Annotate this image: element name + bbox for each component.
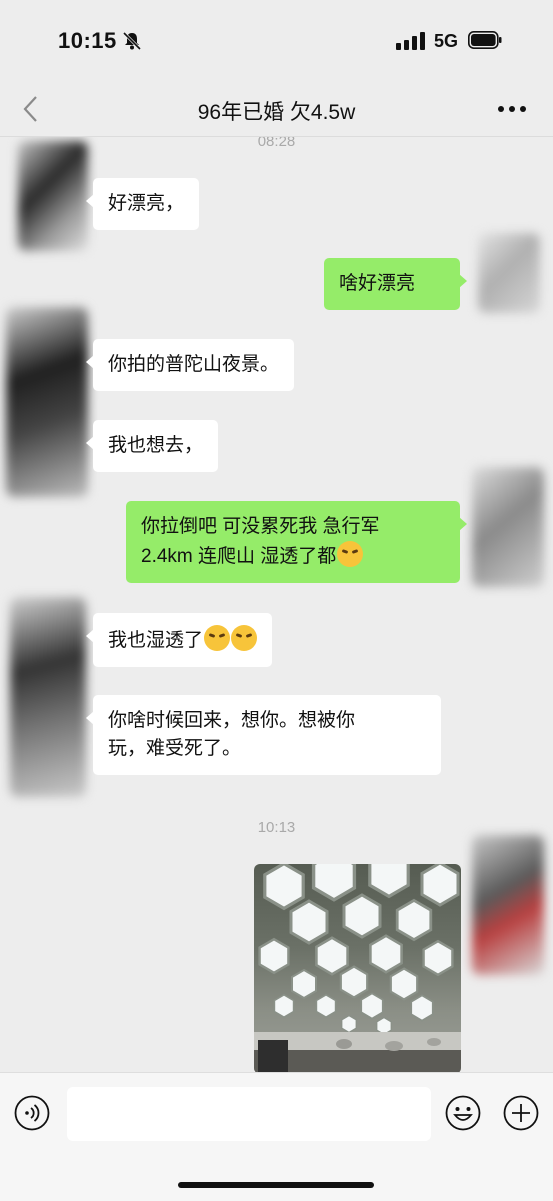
more-options-icon[interactable] <box>496 104 528 114</box>
avatar[interactable] <box>478 233 540 313</box>
chat-message-list[interactable]: 08:28 好漂亮， 啥好漂亮 你拍的普陀山夜景。 我也想去， 你拉倒吧 可没累… <box>0 137 553 1072</box>
message-bubble[interactable]: 我也想去， <box>85 420 219 472</box>
timestamp: 10:13 <box>257 819 296 836</box>
home-indicator[interactable] <box>178 1182 374 1188</box>
voice-input-icon[interactable] <box>14 1095 50 1131</box>
status-time: 10:15 <box>58 28 117 53</box>
message-input-bar <box>0 1072 553 1201</box>
avatar[interactable] <box>10 597 86 797</box>
avatar[interactable] <box>472 467 544 587</box>
message-text: 好漂亮， <box>108 193 185 214</box>
photo-hexagon-ceiling <box>254 864 461 1072</box>
message-text: 我也想去， <box>108 435 204 456</box>
cellular-signal-icon <box>396 32 425 50</box>
message-bubble[interactable]: 啥好漂亮 <box>324 258 467 310</box>
message-input[interactable] <box>67 1087 431 1141</box>
image-message[interactable] <box>254 864 461 1072</box>
message-text-line: 玩，难受死了。 <box>108 738 242 759</box>
message-text: 啥好漂亮 <box>339 273 416 294</box>
persevering-face-emoji <box>204 625 231 651</box>
network-type: 5G <box>434 31 459 51</box>
avatar[interactable] <box>18 141 88 251</box>
battery-icon <box>468 31 502 49</box>
silent-bell-icon <box>122 31 142 51</box>
message-bubble[interactable]: 你啥时候回来，想你。想被你 玩，难受死了。 <box>86 695 441 775</box>
emoji-icon[interactable] <box>445 1095 481 1131</box>
persevering-face-emoji <box>337 541 364 567</box>
message-bubble[interactable]: 你拍的普陀山夜景。 <box>85 339 295 391</box>
message-text-line: 2.4km 连爬山 湿透了都 <box>141 541 445 571</box>
persevering-face-emoji <box>231 625 258 651</box>
avatar[interactable] <box>6 307 88 497</box>
message-text: 你拍的普陀山夜景。 <box>108 354 280 375</box>
message-text-line: 你啥时候回来，想你。想被你 <box>108 710 356 731</box>
status-bar: 10:15 5G <box>0 0 553 82</box>
avatar[interactable] <box>472 835 544 975</box>
chat-header: 96年已婚 欠4.5w <box>0 82 553 137</box>
message-text: 我也湿透了 <box>108 630 204 651</box>
message-bubble[interactable]: 你拉倒吧 可没累死我 急行军 2.4km 连爬山 湿透了都 <box>126 501 467 583</box>
message-text-line: 你拉倒吧 可没累死我 急行军 <box>141 516 380 537</box>
chat-title: 96年已婚 欠4.5w <box>197 101 356 124</box>
message-bubble[interactable]: 好漂亮， <box>85 178 200 230</box>
add-more-icon[interactable] <box>503 1095 539 1131</box>
message-bubble[interactable]: 我也湿透了 <box>85 613 273 667</box>
